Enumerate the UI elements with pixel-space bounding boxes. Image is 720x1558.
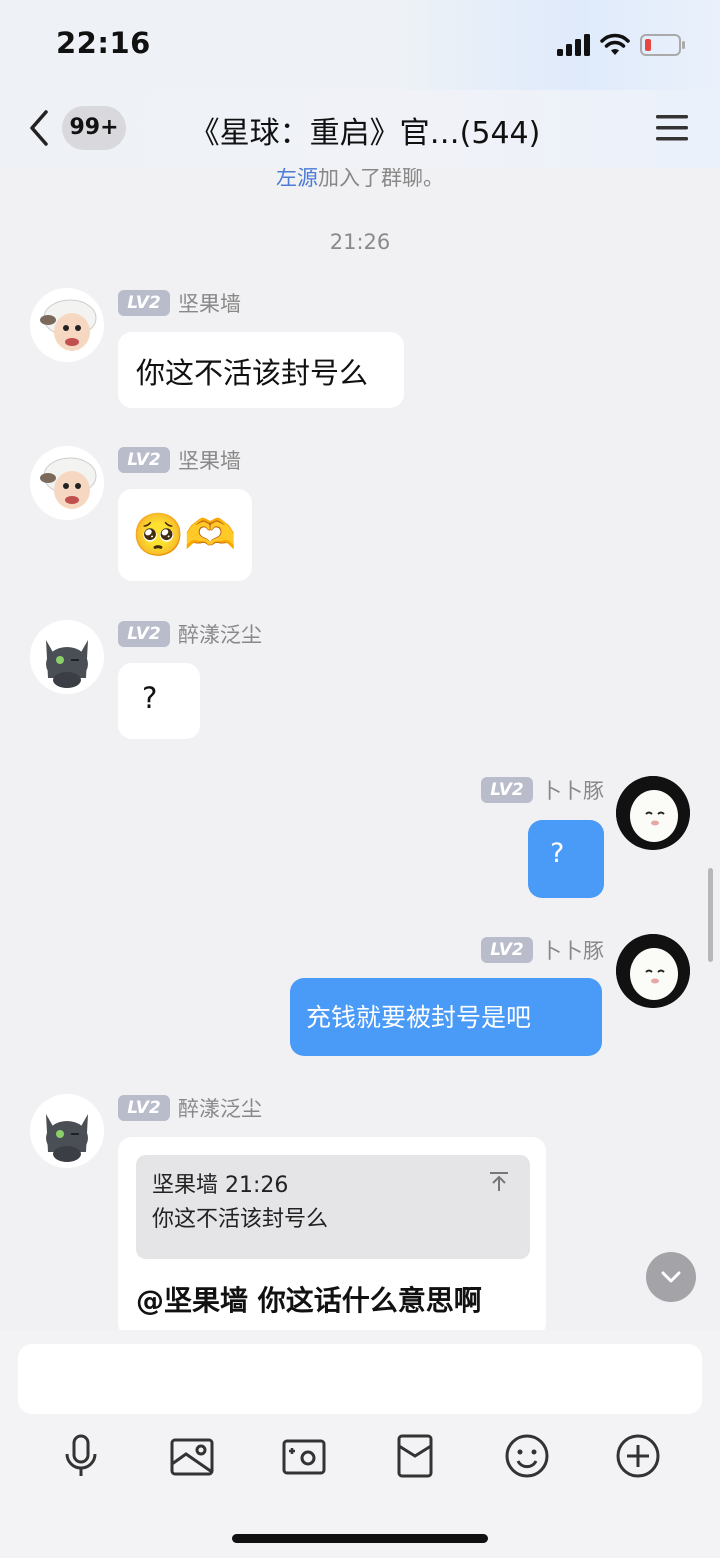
chat-header: 99+ 《星球：重启》官…(544) — [0, 90, 720, 168]
message-bubble[interactable]: ? — [528, 820, 604, 898]
level-badge: LV2 — [481, 777, 533, 803]
message-meta: LV2 卜卜豚 — [476, 776, 604, 804]
sender-name[interactable]: 坚果墙 — [178, 288, 241, 318]
avatar[interactable] — [616, 934, 690, 1008]
scrollbar[interactable] — [708, 868, 713, 962]
reply-message-bubble[interactable]: 坚果墙 21:26 你这不活该封号么 @坚果墙 你这话什么意思啊 — [118, 1137, 546, 1330]
black-cat-avatar-icon — [30, 1094, 104, 1168]
sender-name[interactable]: 醉漾泛尘 — [178, 619, 262, 649]
level-badge: LV2 — [118, 290, 170, 316]
signal-icon — [557, 34, 590, 56]
battery-low-icon — [640, 34, 685, 56]
message-text: @坚果墙 你这话什么意思啊 — [136, 1284, 482, 1317]
message-text: ? — [550, 838, 565, 869]
message-bubble[interactable]: ? — [118, 663, 200, 739]
sender-name[interactable]: 卜卜豚 — [541, 935, 604, 965]
hamburger-menu-icon[interactable] — [654, 112, 690, 144]
message-meta: LV2 坚果墙 — [118, 446, 241, 474]
message-meta: LV2 坚果墙 — [118, 289, 241, 317]
message-text: ? — [142, 681, 158, 715]
sheep-avatar-icon — [30, 288, 104, 362]
message-meta: LV2 醉漾泛尘 — [118, 620, 262, 648]
status-time: 22:16 — [56, 26, 151, 60]
avatar[interactable] — [30, 446, 104, 520]
microphone-icon[interactable] — [57, 1432, 105, 1480]
level-badge: LV2 — [118, 1095, 170, 1121]
status-bar: 22:16 — [0, 0, 720, 90]
level-badge: LV2 — [118, 447, 170, 473]
emoji-icon[interactable] — [503, 1432, 551, 1480]
chevron-left-icon[interactable] — [24, 108, 54, 148]
image-icon[interactable] — [168, 1432, 216, 1480]
message-meta: LV2 卜卜豚 — [476, 936, 604, 964]
scroll-to-bottom-button[interactable] — [646, 1252, 696, 1302]
quoted-text: 你这不活该封号么 — [152, 1207, 329, 1232]
composer — [0, 1330, 720, 1558]
message-bubble[interactable]: 你这不活该封号么 — [118, 332, 404, 408]
message-list[interactable]: 左源加入了群聊。 21:26 LV2 坚果墙 你这不活该封号么 LV2 坚果墙 … — [0, 168, 720, 1330]
avatar[interactable] — [616, 776, 690, 850]
avatar[interactable] — [30, 1094, 104, 1168]
level-badge: LV2 — [118, 621, 170, 647]
emoji-message: 🥺🫶 — [132, 510, 237, 559]
avatar[interactable] — [30, 620, 104, 694]
black-cat-avatar-icon — [30, 620, 104, 694]
sender-name[interactable]: 卜卜豚 — [541, 775, 604, 805]
avatar[interactable] — [30, 288, 104, 362]
home-indicator[interactable] — [232, 1534, 488, 1543]
message-bubble[interactable]: 🥺🫶 — [118, 489, 252, 581]
camera-icon[interactable] — [280, 1432, 328, 1480]
message-meta: LV2 醉漾泛尘 — [118, 1094, 262, 1122]
sender-name[interactable]: 坚果墙 — [178, 445, 241, 475]
message-input[interactable] — [18, 1344, 702, 1414]
plus-icon[interactable] — [614, 1432, 662, 1480]
system-message-text: 加入了群聊。 — [318, 168, 444, 190]
sender-name[interactable]: 醉漾泛尘 — [178, 1093, 262, 1123]
quoted-message[interactable]: 坚果墙 21:26 你这不活该封号么 — [136, 1155, 530, 1259]
message-bubble[interactable]: 充钱就要被封号是吧 — [290, 978, 602, 1056]
system-message-user[interactable]: 左源 — [276, 168, 318, 190]
unread-badge[interactable]: 99+ — [62, 106, 126, 150]
system-message: 左源加入了群聊。 — [0, 168, 720, 192]
group-title[interactable]: 《星球：重启》官…(544) — [150, 108, 580, 152]
alpaca-avatar-icon — [616, 776, 690, 850]
message-timestamp: 21:26 — [329, 230, 391, 254]
message-text: 充钱就要被封号是吧 — [306, 1003, 532, 1032]
red-packet-icon[interactable] — [391, 1432, 439, 1480]
chevron-down-icon — [661, 1271, 681, 1283]
alpaca-avatar-icon — [616, 934, 690, 1008]
message-text: 你这不活该封号么 — [136, 356, 369, 390]
jump-to-quote-icon[interactable] — [488, 1171, 510, 1193]
level-badge: LV2 — [481, 937, 533, 963]
wifi-icon — [600, 33, 630, 55]
quoted-author-time: 坚果墙 21:26 — [152, 1173, 289, 1198]
sheep-avatar-icon — [30, 446, 104, 520]
